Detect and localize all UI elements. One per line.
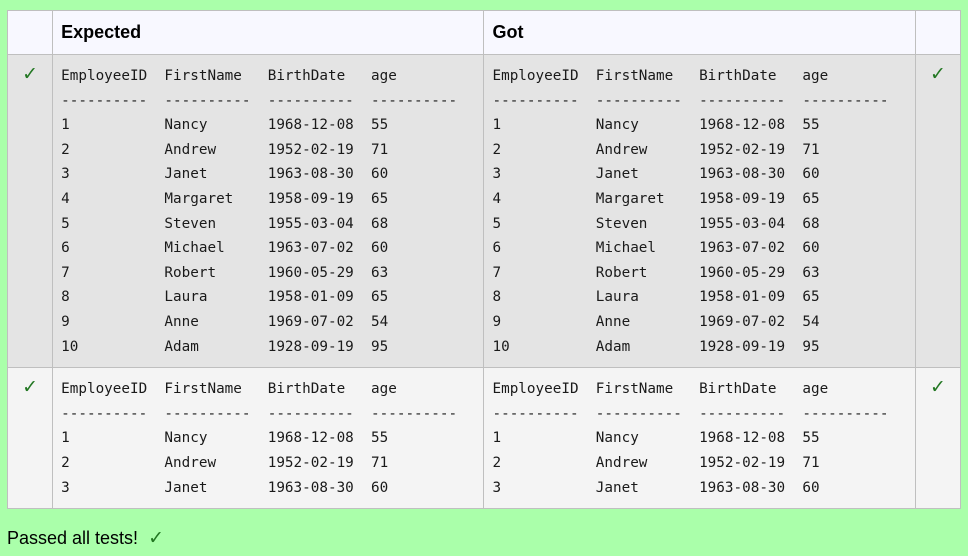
test-result-row: ✓ EmployeeID FirstName BirthDate age ---… (6, 53, 962, 369)
got-output: EmployeeID FirstName BirthDate age -----… (492, 381, 889, 496)
expected-output: EmployeeID FirstName BirthDate age -----… (61, 381, 458, 496)
header-status-left (6, 10, 54, 55)
check-icon: ✓ (22, 63, 39, 85)
table-header-row: Expected Got (6, 10, 962, 55)
got-output: EmployeeID FirstName BirthDate age -----… (492, 68, 889, 355)
header-expected: Expected (52, 10, 485, 55)
status-cell: ✓ (6, 53, 54, 369)
expected-cell: EmployeeID FirstName BirthDate age -----… (52, 53, 485, 369)
test-result-row: ✓ EmployeeID FirstName BirthDate age ---… (6, 367, 962, 510)
status-cell: ✓ (914, 53, 962, 369)
got-cell: EmployeeID FirstName BirthDate age -----… (483, 53, 916, 369)
header-status-right (914, 10, 962, 55)
expected-cell: EmployeeID FirstName BirthDate age -----… (52, 367, 485, 510)
check-icon: ✓ (929, 376, 946, 399)
expected-output: EmployeeID FirstName BirthDate age -----… (61, 68, 458, 355)
check-icon: ✓ (22, 376, 39, 399)
status-cell: ✓ (914, 367, 962, 510)
test-results-table: Expected Got ✓ EmployeeID FirstName Birt… (6, 10, 962, 510)
test-summary: Passed all tests! ✓ (7, 527, 164, 549)
status-cell: ✓ (6, 367, 54, 510)
header-got: Got (483, 10, 916, 55)
check-icon: ✓ (929, 63, 946, 85)
summary-text: Passed all tests! (7, 528, 139, 548)
check-icon: ✓ (148, 527, 164, 549)
got-cell: EmployeeID FirstName BirthDate age -----… (483, 367, 916, 510)
